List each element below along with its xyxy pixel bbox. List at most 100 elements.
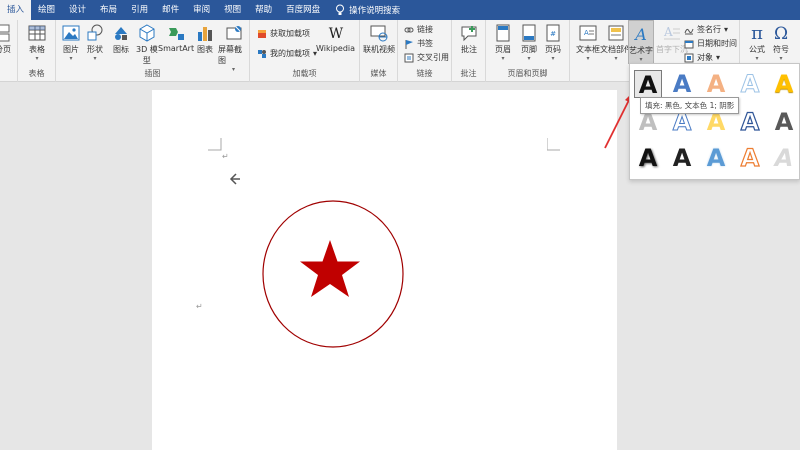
svg-text:A: A	[584, 29, 589, 37]
3d-models-button[interactable]: 3D 模 型	[136, 24, 158, 66]
bookmark-icon	[405, 39, 413, 49]
group-media-label: 媒体	[370, 69, 387, 78]
shapes-button[interactable]: 形状 ▾	[86, 24, 104, 62]
footer-label: 页脚	[521, 45, 537, 54]
tab-view[interactable]: 视图	[217, 0, 248, 20]
screenshot-button[interactable]: 屏幕截图 ▾	[218, 24, 249, 73]
icons-icon	[115, 27, 127, 40]
page-number-button[interactable]: # 页码 ▾	[544, 24, 562, 62]
wikipedia-button[interactable]: W Wikipedia	[316, 24, 355, 53]
signature-line-label: 签名行	[697, 25, 721, 34]
tab-draw[interactable]: 绘图	[31, 0, 62, 20]
group-illustrations-label: 插图	[144, 69, 161, 78]
tab-layout[interactable]: 布局	[93, 0, 124, 20]
bookmark-label: 书签	[417, 39, 433, 48]
object-button[interactable]: 对象 ▾	[684, 52, 720, 63]
chevron-down-icon: ▾	[93, 55, 97, 62]
ribbon-tab-bar: 插入 绘图 设计 布局 引用 邮件 审阅 视图 帮助 百度网盘 操作说明搜索	[0, 0, 800, 20]
smartart-button[interactable]: SmartArt	[158, 24, 194, 53]
wordart-style-12[interactable]: A	[668, 144, 696, 172]
cross-reference-icon	[404, 53, 414, 62]
wordart-style-11[interactable]: A	[634, 144, 662, 172]
wordart-style-15[interactable]: A	[770, 144, 798, 172]
wordart-style-14[interactable]: A	[736, 143, 764, 172]
tab-help[interactable]: 帮助	[248, 0, 279, 20]
star-shape[interactable]	[298, 238, 362, 302]
tell-me-label: 操作说明搜索	[349, 6, 401, 16]
drop-cap-icon: A	[663, 25, 680, 40]
wordart-style-4[interactable]: A	[736, 70, 764, 99]
chevron-down-icon: ▾	[724, 25, 729, 34]
cross-reference-button[interactable]: 交叉引用	[404, 52, 449, 63]
wordart-button[interactable]: A 艺术字 ▾	[628, 20, 654, 64]
signature-icon	[684, 28, 694, 34]
get-addins-button[interactable]: 获取加载项	[257, 28, 310, 39]
table-button[interactable]: 表格 ▾	[28, 24, 46, 62]
svg-text:W: W	[328, 26, 343, 42]
chevron-down-icon: ▾	[35, 55, 39, 62]
tab-insert[interactable]: 插入	[0, 0, 32, 20]
wordart-style-9[interactable]: A	[736, 107, 764, 136]
smartart-icon	[169, 28, 185, 40]
link-button[interactable]: 链接	[404, 24, 433, 35]
pictures-button[interactable]: 图片 ▾	[62, 24, 80, 62]
bookmark-button[interactable]: 书签	[404, 38, 433, 49]
group-tables: 表格 ▾ 表格	[18, 20, 56, 82]
comment-button[interactable]: 批注	[460, 24, 478, 55]
tab-design[interactable]: 设计	[62, 0, 93, 20]
quick-parts-icon	[608, 25, 624, 41]
signature-line-button[interactable]: 签名行 ▾	[684, 24, 728, 35]
chevron-down-icon: ▾	[69, 55, 73, 62]
3d-models-label-1: 3D 模	[136, 45, 158, 54]
symbol-button[interactable]: Ω 符号 ▾	[772, 24, 790, 62]
page-number-label: 页码	[545, 45, 561, 54]
chart-label: 图表	[197, 45, 213, 54]
group-media: 联机视频 媒体	[360, 20, 398, 82]
wordart-style-13[interactable]: A	[702, 144, 730, 172]
group-comments: 批注 批注	[452, 20, 486, 82]
chevron-down-icon: ▾	[501, 55, 505, 62]
wordart-style-10[interactable]: A	[770, 108, 798, 136]
screenshot-label: 屏幕截图	[218, 45, 242, 65]
comment-icon	[461, 26, 477, 42]
document-page[interactable]: ↵ ↵	[152, 90, 617, 450]
page-break-button[interactable]: 分页	[0, 24, 12, 55]
page-number-icon: #	[546, 24, 560, 42]
group-addins: 获取加载项 我的加载项 ▾ W Wikipedia 加载项	[250, 20, 360, 82]
header-icon	[496, 24, 510, 42]
chart-button[interactable]: 图表	[196, 24, 214, 55]
online-video-button[interactable]: 联机视频	[363, 24, 395, 55]
icons-button[interactable]: 图标	[112, 24, 130, 55]
group-comments-label: 批注	[460, 69, 477, 78]
tell-me-search[interactable]: 操作说明搜索	[335, 4, 400, 16]
wordart-style-1[interactable]: A	[634, 70, 662, 99]
footer-button[interactable]: 页脚 ▾	[520, 24, 538, 62]
addins-icon	[258, 49, 266, 58]
tab-references[interactable]: 引用	[124, 0, 155, 20]
header-button[interactable]: 页眉 ▾	[494, 24, 512, 62]
cross-reference-label: 交叉引用	[417, 53, 449, 62]
table-icon	[28, 25, 46, 41]
wordart-tooltip: 填充: 黑色, 文本色 1; 阴影	[640, 97, 740, 114]
tab-baidu-netdisk[interactable]: 百度网盘	[279, 0, 327, 20]
date-time-button[interactable]: 日期和时间	[684, 38, 737, 49]
svg-text:Ω: Ω	[774, 24, 788, 42]
wordart-style-2[interactable]: A	[668, 70, 696, 98]
chart-icon	[198, 27, 212, 41]
wordart-style-5[interactable]: A	[770, 70, 798, 98]
online-video-label: 联机视频	[363, 45, 395, 54]
my-addins-button[interactable]: 我的加载项 ▾	[257, 48, 317, 59]
group-header-footer: 页眉 ▾ 页脚 ▾ # 页码 ▾ 页眉和页脚	[486, 20, 570, 82]
footer-icon	[522, 24, 536, 42]
page-break-label: 分页	[0, 45, 11, 54]
textbox-button[interactable]: A 文本框 ▾	[576, 24, 600, 62]
paragraph-mark: ↵	[222, 152, 229, 161]
equation-button[interactable]: π 公式 ▾	[748, 24, 766, 62]
group-addins-label: 加载项	[292, 69, 317, 78]
chevron-down-icon: ▾	[586, 55, 590, 62]
back-arrow-icon[interactable]	[229, 172, 241, 186]
tab-review[interactable]: 审阅	[186, 0, 217, 20]
tab-mailings[interactable]: 邮件	[155, 0, 186, 20]
wordart-style-3[interactable]: A	[702, 70, 730, 98]
paragraph-mark: ↵	[196, 302, 203, 311]
